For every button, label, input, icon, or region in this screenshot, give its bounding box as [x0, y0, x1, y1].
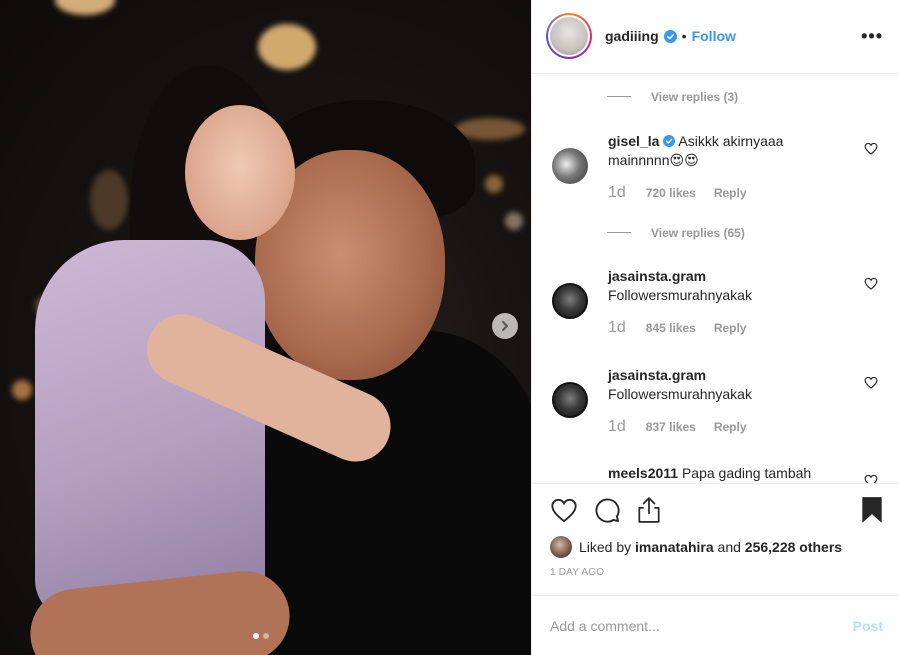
view-replies-label: View replies (65) [651, 225, 745, 240]
comment-time[interactable]: 1d [608, 418, 626, 436]
comment-likes[interactable]: 720 likes [646, 186, 696, 200]
share-icon[interactable] [636, 496, 662, 524]
comment-like-icon[interactable] [864, 376, 878, 389]
follow-button[interactable]: Follow [692, 28, 736, 44]
bokeh-light [55, 0, 115, 15]
comment-likes[interactable]: 845 likes [646, 321, 696, 335]
verified-badge-icon [663, 29, 677, 43]
more-options-icon[interactable]: ••• [861, 26, 883, 47]
comment-text: Papa gading tambah [681, 464, 812, 481]
divider [607, 232, 631, 234]
liker-avatar[interactable] [550, 536, 572, 559]
bokeh-light [258, 24, 316, 70]
comment-meta: 1d 845 likes Reply [608, 319, 747, 337]
post-photo[interactable] [0, 0, 531, 655]
girl-face [185, 105, 295, 240]
comment-username[interactable]: gisel_la [608, 133, 659, 149]
comment-time[interactable]: 1d [608, 319, 626, 337]
commenter-avatar[interactable] [552, 282, 588, 319]
divider [607, 96, 631, 98]
carousel-indicator [253, 633, 269, 639]
comments-list[interactable]: View replies (3) gisel_la Asikkk akirnya… [532, 74, 899, 485]
bokeh-light [485, 175, 503, 193]
comment-meta: 1d 720 likes Reply [608, 184, 747, 202]
comment-like-icon[interactable] [864, 474, 878, 484]
comment-likes[interactable]: 837 likes [646, 420, 696, 434]
comment-text-block: jasainsta.gram Followersmurahnyakak [608, 267, 848, 305]
bokeh-light [90, 170, 128, 230]
post-comment-button[interactable]: Post [853, 618, 883, 634]
comment-time[interactable]: 1d [608, 184, 626, 202]
bokeh-light [12, 380, 32, 400]
comment-like-icon[interactable] [864, 142, 878, 155]
commenter-avatar[interactable] [552, 147, 588, 184]
comment-username[interactable]: meels2011 [608, 465, 678, 481]
likes-prefix: Liked by [579, 539, 632, 556]
view-replies-button[interactable]: View replies (3) [607, 90, 738, 104]
author-avatar[interactable] [546, 13, 592, 60]
comment-reply-button[interactable]: Reply [714, 420, 747, 434]
comment-reply-button[interactable]: Reply [714, 321, 747, 335]
comment-text-block: meels2011 Papa gading tambah [608, 464, 848, 483]
carousel-dot-active [253, 633, 259, 639]
likes-others[interactable]: 256,228 others [745, 539, 842, 555]
post-actions [532, 484, 899, 536]
post-date[interactable]: 1 DAY AGO [532, 567, 899, 585]
carousel-dot [263, 633, 269, 639]
post-header: gadiiing • Follow ••• [532, 0, 899, 74]
comment-reply-button[interactable]: Reply [714, 186, 747, 200]
comment-text-block: jasainsta.gram Followersmurahnyakak [608, 366, 848, 404]
add-comment-bar: Post [532, 595, 899, 655]
add-comment-input[interactable] [550, 617, 853, 634]
comment-username[interactable]: jasainsta.gram [608, 267, 848, 286]
like-icon[interactable] [550, 497, 578, 523]
likes-middle: and [717, 539, 741, 556]
header-separator: • [681, 28, 687, 45]
liker-username[interactable]: imanatahira [635, 539, 714, 555]
commenter-avatar[interactable] [552, 381, 588, 418]
comment-like-icon[interactable] [864, 277, 878, 290]
bokeh-light [505, 212, 523, 230]
comment-icon[interactable] [593, 496, 621, 524]
view-replies-label: View replies (3) [651, 89, 739, 104]
comment-text: Followersmurahnyakak [608, 286, 752, 303]
likes-summary: Liked by imanatahira and 256,228 others [532, 536, 899, 559]
carousel-next-button[interactable] [492, 313, 518, 339]
comment-username[interactable]: jasainsta.gram [608, 366, 848, 385]
verified-badge-icon [663, 134, 676, 147]
author-avatar-image [550, 17, 588, 56]
bookmark-icon[interactable] [861, 496, 883, 524]
post-modal: gadiiing • Follow ••• View replies (3) g… [0, 0, 899, 655]
chevron-right-icon [502, 321, 508, 331]
view-replies-button[interactable]: View replies (65) [607, 226, 745, 240]
girl-dress [35, 240, 265, 620]
comment-meta: 1d 837 likes Reply [608, 418, 747, 436]
comment-text-block: gisel_la Asikkk akirnyaaa mainnnnn😍😍 [608, 132, 848, 170]
post-sidebar: gadiiing • Follow ••• View replies (3) g… [531, 0, 899, 655]
author-username[interactable]: gadiiing [605, 28, 659, 44]
comment-text: Followersmurahnyakak [608, 385, 752, 402]
